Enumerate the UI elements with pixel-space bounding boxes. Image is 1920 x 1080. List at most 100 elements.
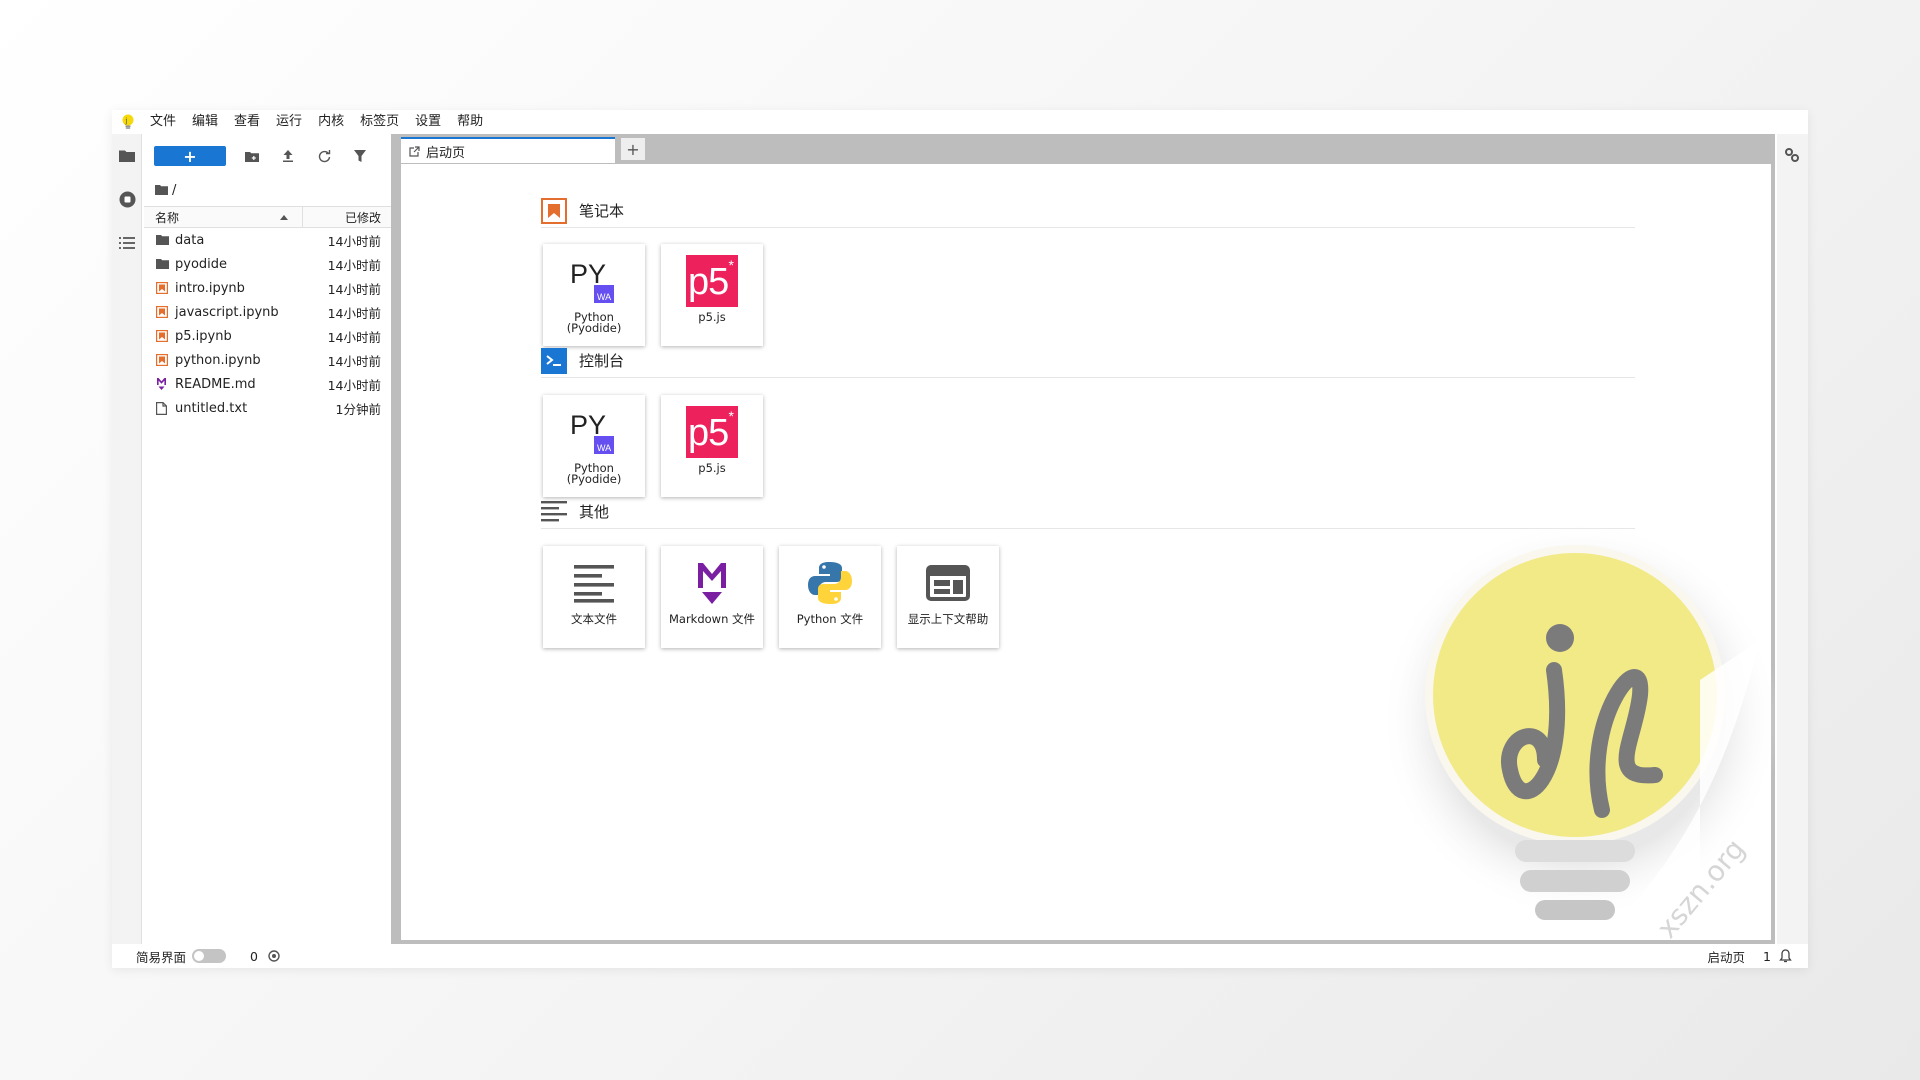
console-p5js-card[interactable]: p5 * p5.js <box>661 395 763 497</box>
menu-tabs[interactable]: 标签页 <box>352 110 407 134</box>
notification-bell-icon[interactable] <box>1779 949 1792 963</box>
tab-launcher-label: 启动页 <box>426 145 466 161</box>
menu-file[interactable]: 文件 <box>140 110 184 134</box>
file-name: pyodide <box>175 256 228 272</box>
file-list-item[interactable]: untitled.txt 1分钟前 <box>143 396 391 420</box>
name-column-header[interactable]: 名称 <box>144 207 303 227</box>
file-name: untitled.txt <box>175 400 248 416</box>
other-cards: 文本文件 Markdown 文件 Python 文件 显示上下文帮助 <box>543 546 999 648</box>
file-name: data <box>175 232 205 248</box>
simple-mode-toggle[interactable] <box>192 949 227 963</box>
folder-icon <box>143 235 171 245</box>
notebook-section-title: 笔记本 <box>579 202 625 220</box>
menu-edit[interactable]: 编辑 <box>184 110 226 134</box>
left-sidebar-rail <box>112 134 142 944</box>
notebook-icon <box>143 330 171 342</box>
new-folder-icon[interactable] <box>234 144 270 168</box>
p5-logo-text: p5 <box>688 261 729 303</box>
kernel-status-icon[interactable] <box>268 950 280 962</box>
main-dock-area: 启动页 + 笔记本 PY WA Python (Pyodide) p5 * p5… <box>399 134 1775 944</box>
status-active-tab-label: 启动页 <box>1707 949 1746 965</box>
file-list-item[interactable]: p5.ipynb 14小时前 <box>143 324 391 348</box>
notification-count: 1 <box>1763 948 1771 964</box>
file-modified: 14小时前 <box>327 281 381 297</box>
svg-text:j: j <box>125 117 128 125</box>
refresh-icon[interactable] <box>306 144 342 168</box>
notebook-p5js-card[interactable]: p5 * p5.js <box>661 244 763 346</box>
file-list-item[interactable]: javascript.ipynb 14小时前 <box>143 300 391 324</box>
notebook-python-pyodide-card[interactable]: PY WA Python (Pyodide) <box>543 244 645 346</box>
python-file-card[interactable]: Python 文件 <box>779 546 881 648</box>
file-modified: 14小时前 <box>327 377 381 393</box>
file-modified: 1分钟前 <box>335 401 381 417</box>
menu-view[interactable]: 查看 <box>226 110 268 134</box>
file-list-item[interactable]: pyodide 14小时前 <box>143 252 391 276</box>
file-modified: 14小时前 <box>327 329 381 345</box>
file-list-header: 名称 已修改 <box>144 206 391 228</box>
other-section-header: 其他 <box>541 495 1635 529</box>
py-logo-text: PY <box>570 259 606 289</box>
tab-launcher[interactable]: 启动页 <box>401 137 615 163</box>
contextual-help-card[interactable]: 显示上下文帮助 <box>897 546 999 648</box>
tab-bar: 启动页 + <box>399 134 1775 163</box>
wa-logo-text: WA <box>597 292 611 302</box>
card-label: p5.js <box>698 461 726 475</box>
card-label-line2: (Pyodide) <box>566 321 622 335</box>
text-file-card[interactable]: 文本文件 <box>543 546 645 648</box>
running-sessions-stop-icon[interactable] <box>112 184 142 214</box>
card-label-line2: (Pyodide) <box>566 472 622 486</box>
p5js-logo-icon: p5 * <box>686 255 738 307</box>
file-browser-tab-folder-icon[interactable] <box>112 140 142 170</box>
file-list-item[interactable]: README.md 14小时前 <box>143 372 391 396</box>
menu-bar: j 文件 编辑 查看 运行 内核 标签页 设置 帮助 <box>112 110 1808 134</box>
other-section-title: 其他 <box>579 503 610 521</box>
menu-help[interactable]: 帮助 <box>449 110 491 134</box>
notebook-cards: PY WA Python (Pyodide) p5 * p5.js <box>543 244 763 346</box>
file-name: intro.ipynb <box>175 280 245 296</box>
console-section-title: 控制台 <box>579 352 625 370</box>
add-tab-button[interactable]: + <box>621 138 645 160</box>
filter-icon[interactable] <box>342 144 378 168</box>
console-python-pyodide-card[interactable]: PY WA Python (Pyodide) <box>543 395 645 497</box>
home-folder-icon[interactable] <box>155 185 168 195</box>
python-logo-icon <box>808 554 852 612</box>
breadcrumb-root[interactable]: / <box>172 183 176 198</box>
menu-run[interactable]: 运行 <box>268 110 310 134</box>
notebook-section-icon <box>541 197 567 224</box>
file-browser-toolbar: + <box>143 134 391 178</box>
jupyterlite-window: j 文件 编辑 查看 运行 内核 标签页 设置 帮助 + / 名称 已修改 da… <box>112 110 1808 968</box>
table-of-contents-list-icon[interactable] <box>112 228 142 258</box>
markdown-logo-icon <box>695 554 729 612</box>
new-launcher-button[interactable]: + <box>154 146 226 166</box>
name-column-label: 名称 <box>155 210 180 225</box>
file-name: javascript.ipynb <box>175 304 279 320</box>
card-label: Markdown 文件 <box>668 612 756 626</box>
file-modified: 14小时前 <box>327 305 381 321</box>
file-name: p5.ipynb <box>175 328 232 344</box>
file-list-item[interactable]: data 14小时前 <box>143 228 391 252</box>
card-label: Python (Pyodide) <box>566 311 622 335</box>
right-sidebar-rail <box>1777 134 1808 944</box>
modified-column-header[interactable]: 已修改 <box>303 209 391 226</box>
file-modified: 14小时前 <box>327 257 381 273</box>
notebook-icon <box>143 354 171 366</box>
kernel-count[interactable]: 0 <box>250 949 258 964</box>
launcher-panel: 笔记本 PY WA Python (Pyodide) p5 * p5.js 控制… <box>401 164 1771 940</box>
panel-splitter[interactable] <box>391 134 399 944</box>
markdown-file-card[interactable]: Markdown 文件 <box>661 546 763 648</box>
property-inspector-gears-icon[interactable] <box>1777 140 1807 170</box>
console-section-header: 控制台 <box>541 344 1635 378</box>
file-browser-panel: + / 名称 已修改 data 14小时前 pyodide 14小时前 intr… <box>143 134 391 944</box>
menu-kernel[interactable]: 内核 <box>310 110 352 134</box>
notebook-icon <box>143 306 171 318</box>
jupyterlite-logo-icon: j <box>116 110 140 134</box>
file-icon <box>143 401 171 415</box>
file-modified: 14小时前 <box>327 233 381 249</box>
folder-icon <box>143 259 171 269</box>
file-list-item[interactable]: python.ipynb 14小时前 <box>143 348 391 372</box>
contextual-help-icon <box>926 554 970 612</box>
file-list-item[interactable]: intro.ipynb 14小时前 <box>143 276 391 300</box>
upload-icon[interactable] <box>270 144 306 168</box>
sort-ascending-icon <box>280 214 288 220</box>
menu-settings[interactable]: 设置 <box>407 110 449 134</box>
